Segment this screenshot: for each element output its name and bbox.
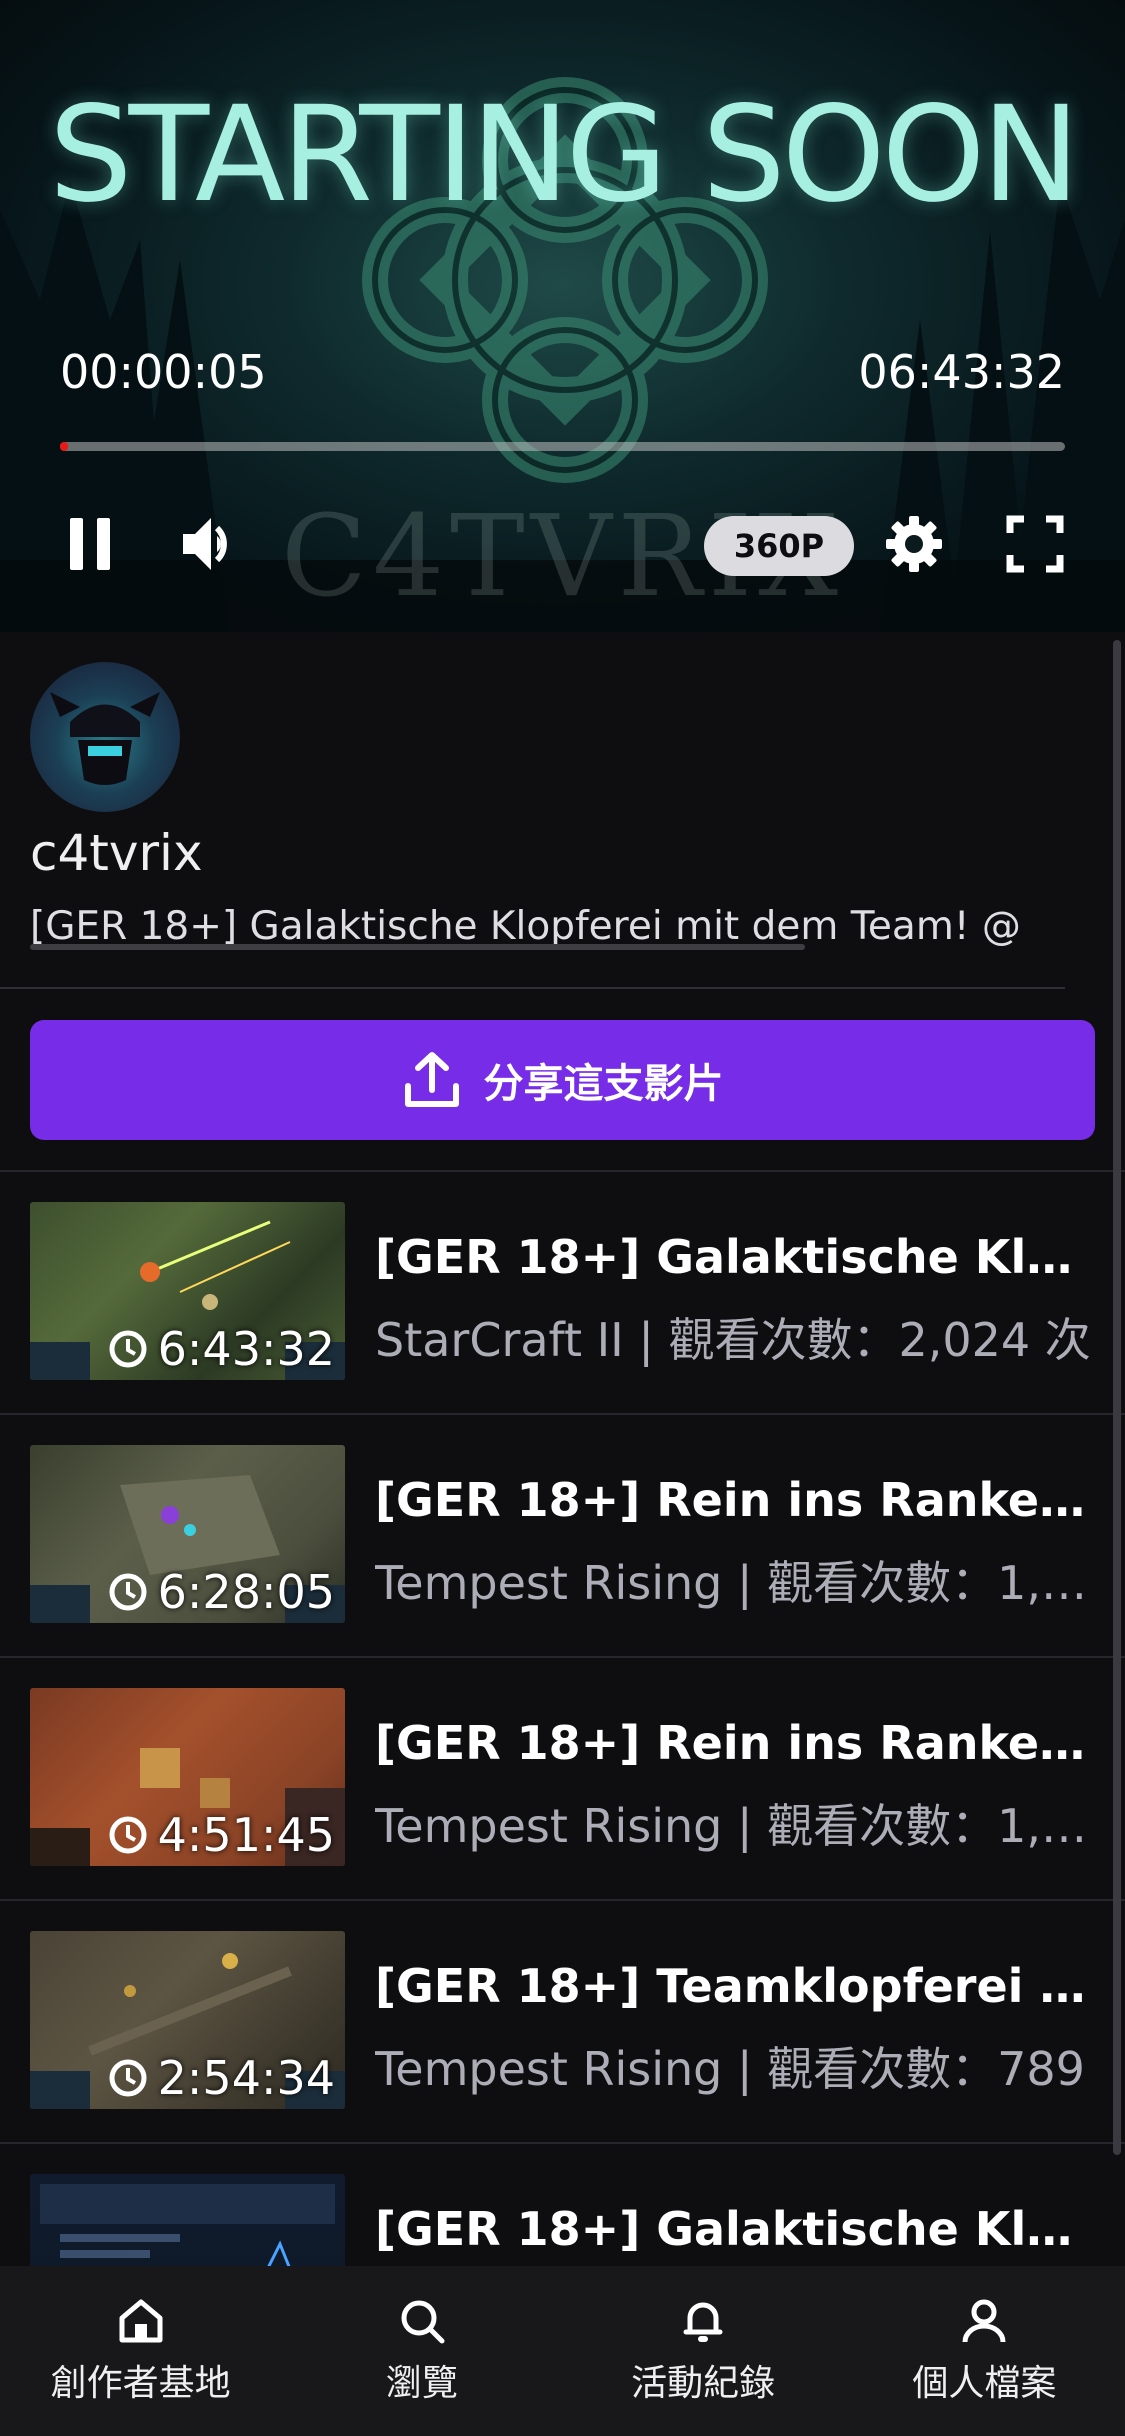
channel-watermark: C4TVRIX	[281, 492, 844, 622]
tab-label: 個人檔案	[912, 2363, 1057, 2404]
video-meta: Tempest Rising | 觀看次數：789	[375, 2042, 1085, 2096]
duration-text: 4:51:45	[157, 1808, 335, 1862]
volume-button[interactable]	[175, 510, 247, 578]
avatar[interactable]	[30, 662, 180, 812]
viking-mascot-icon	[50, 692, 160, 785]
video-title: [GER 18+] Galaktische Klopferei mit dem …	[375, 1230, 1095, 1284]
list-item[interactable]: 6:43:32 [GER 18+] Galaktische Klopferei …	[0, 1170, 1125, 1413]
clock-icon	[109, 1330, 147, 1368]
channel-name[interactable]: c4tvrix	[30, 824, 203, 882]
tab-label: 瀏覽	[385, 2363, 458, 2404]
video-meta: Tempest Rising | 觀看次數：1,234	[375, 1799, 1095, 1853]
current-time: 00:00:05	[60, 345, 267, 399]
tab-activity[interactable]: 活動紀錄	[563, 2266, 844, 2436]
bottom-tab-bar: 創作者基地 瀏覽 活動紀錄 個人檔案	[0, 2266, 1125, 2436]
video-player[interactable]: STARTING SOON C4TVRIX 00:00:05 06:43:32 …	[0, 0, 1125, 632]
settings-button[interactable]	[880, 510, 948, 578]
tab-label: 創作者基地	[50, 2363, 231, 2404]
video-title: [GER 18+] Galaktische Klopferei mit dem …	[375, 2202, 1095, 2256]
clock-icon	[109, 1573, 147, 1611]
seek-bar-progress	[60, 442, 68, 451]
tab-browse[interactable]: 瀏覽	[281, 2266, 562, 2436]
video-thumbnail: 2:54:34	[30, 1931, 345, 2109]
share-upload-icon	[404, 1052, 459, 1107]
video-title: [GER 18+] Teamklopferei mit Freunden	[375, 1959, 1095, 2013]
list-item[interactable]: 2:54:34 [GER 18+] Teamklopferei mit Freu…	[0, 1899, 1125, 2142]
duration-text: 6:28:05	[157, 1565, 335, 1619]
channel-info: c4tvrix [GER 18+] Galaktische Klopferei …	[0, 632, 1125, 992]
tab-label: 活動紀錄	[631, 2363, 776, 2404]
share-video-button[interactable]: 分享這支影片	[30, 1020, 1095, 1140]
quality-selector[interactable]: 360P	[704, 516, 854, 576]
fullscreen-icon	[1006, 515, 1064, 573]
pause-button[interactable]	[60, 510, 120, 578]
home-icon	[119, 2299, 163, 2343]
tab-profile[interactable]: 個人檔案	[844, 2266, 1125, 2436]
duration-badge: 4:51:45	[108, 1808, 335, 1862]
duration-badge: 6:43:32	[108, 1322, 335, 1376]
search-icon	[401, 2300, 445, 2344]
video-thumbnail: 4:51:45	[30, 1688, 345, 1866]
starting-soon-banner: STARTING SOON	[48, 78, 1080, 232]
video-meta: StarCraft II | 觀看次數：2,024 次	[375, 1313, 1091, 1367]
video-thumbnail: 6:28:05	[30, 1445, 345, 1623]
list-item[interactable]: 6:28:05 [GER 18+] Rein ins Ranked, Haupt…	[0, 1413, 1125, 1656]
video-title: [GER 18+] Rein ins Ranked, Hauptsache Sp…	[375, 1473, 1095, 1527]
divider	[0, 987, 1065, 989]
duration-badge: 2:54:34	[108, 2051, 335, 2105]
list-item[interactable]: 4:51:45 [GER 18+] Rein ins Ranked, Haupt…	[0, 1656, 1125, 1899]
seek-bar[interactable]	[60, 442, 1065, 451]
video-meta: Tempest Rising | 觀看次數：1,234	[375, 1556, 1095, 1610]
stream-title: [GER 18+] Galaktische Klopferei mit dem …	[30, 904, 1021, 949]
duration-text: 2:54:34	[157, 2051, 335, 2105]
profile-icon	[962, 2299, 1006, 2343]
video-title: [GER 18+] Rein ins Ranked, Hauptsache Sp…	[375, 1716, 1095, 1770]
duration-text: 6:43:32	[157, 1322, 335, 1376]
clock-icon	[109, 1816, 147, 1854]
volume-icon	[183, 518, 227, 570]
title-scroll-indicator	[30, 944, 805, 950]
pause-icon	[70, 518, 110, 570]
tab-creator-home[interactable]: 創作者基地	[0, 2266, 281, 2436]
video-thumbnail: 6:43:32	[30, 1202, 345, 1380]
gear-icon	[886, 516, 942, 572]
fullscreen-button[interactable]	[1000, 510, 1070, 578]
scrollbar[interactable]	[1113, 640, 1121, 2155]
share-video-label: 分享這支影片	[483, 1061, 724, 1107]
total-duration: 06:43:32	[858, 345, 1065, 399]
bell-icon	[683, 2302, 723, 2342]
clock-icon	[109, 2059, 147, 2097]
duration-badge: 6:28:05	[108, 1565, 335, 1619]
